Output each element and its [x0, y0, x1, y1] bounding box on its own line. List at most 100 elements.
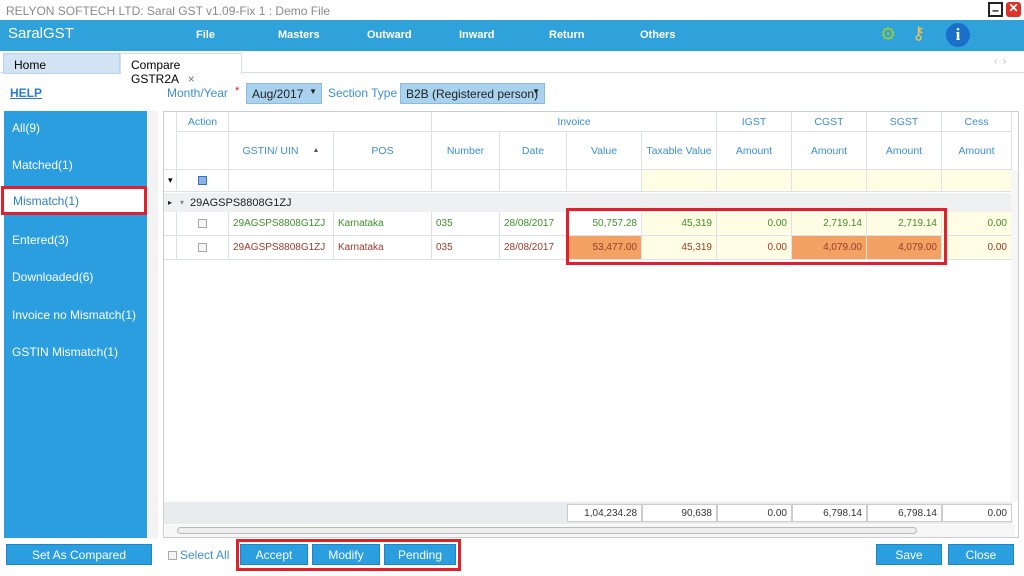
header-action: Action: [177, 112, 229, 132]
horizontal-scrollbar[interactable]: [165, 525, 1015, 537]
cell-igst-amount[interactable]: 0.00: [717, 212, 792, 236]
filter-cell-cgst-amount[interactable]: [792, 170, 867, 192]
column-label: Amount: [958, 144, 995, 157]
month-year-select[interactable]: Aug/2017 ▼: [246, 83, 322, 104]
sidebar-item-mismatch[interactable]: Mismatch(1): [1, 186, 147, 215]
menu-inward[interactable]: Inward: [459, 29, 494, 41]
column-header-value[interactable]: Value: [567, 132, 642, 170]
filter-cell-number[interactable]: [432, 170, 500, 192]
sidebar-item-gstin-mismatch[interactable]: GSTIN Mismatch(1): [4, 345, 147, 359]
cell-value[interactable]: 53,477.00: [567, 236, 642, 260]
filter-checkbox-icon[interactable]: [198, 176, 207, 185]
column-header-igst-amount[interactable]: Amount: [717, 132, 792, 170]
checkbox-icon[interactable]: [168, 550, 177, 560]
header-cgst: CGST: [792, 112, 867, 132]
tab-compare-gstr2a[interactable]: Compare GSTR2A ×: [120, 53, 242, 86]
save-button[interactable]: Save: [876, 544, 942, 565]
help-link[interactable]: HELP: [10, 86, 42, 100]
column-header-number[interactable]: Number: [432, 132, 500, 170]
column-header-date[interactable]: Date: [500, 132, 567, 170]
column-header-cess-amount[interactable]: Amount: [942, 132, 1012, 170]
filter-row-icon[interactable]: ▾: [164, 170, 177, 192]
cell-pos[interactable]: Karnataka: [334, 236, 432, 260]
expand-icon[interactable]: ▸: [168, 198, 172, 207]
cell-date[interactable]: 28/08/2017: [500, 212, 567, 236]
settings-gear-icon[interactable]: ⚙: [880, 24, 896, 45]
filter-cell-sgst-amount[interactable]: [867, 170, 942, 192]
header-blank: [229, 112, 432, 132]
filter-cell-taxable-value[interactable]: [642, 170, 717, 192]
filter-cell-pos[interactable]: [334, 170, 432, 192]
menu-masters[interactable]: Masters: [278, 29, 320, 41]
column-header-gstin[interactable]: GSTIN/ UIN ▲: [229, 132, 334, 170]
info-icon[interactable]: i: [946, 23, 970, 47]
menu-return[interactable]: Return: [549, 29, 584, 41]
accept-button[interactable]: Accept: [240, 544, 308, 565]
sidebar-item-all[interactable]: All(9): [4, 121, 147, 135]
filter-cell-gstin[interactable]: [229, 170, 334, 192]
tab-home[interactable]: Home: [3, 53, 120, 74]
cell-cgst-amount[interactable]: 2,719.14: [792, 212, 867, 236]
month-year-value: Aug/2017: [252, 87, 304, 101]
filter-checkbox-cell[interactable]: [177, 170, 229, 192]
vertical-scrollbar[interactable]: [1011, 170, 1018, 502]
filter-cell-cess-amount[interactable]: [942, 170, 1012, 192]
filter-sidebar: All(9) Matched(1) Entered(3) Downloaded(…: [4, 111, 147, 538]
column-header-sgst-amount[interactable]: Amount: [867, 132, 942, 170]
cell-gstin[interactable]: 29AGSPS8808G1ZJ: [229, 236, 334, 260]
row-checkbox[interactable]: [198, 219, 207, 228]
header-action-blank: [177, 132, 229, 170]
cell-number[interactable]: 035: [432, 212, 500, 236]
sidebar-scrollbar[interactable]: [148, 111, 158, 538]
saral-gst-logo: SaralGST: [8, 25, 74, 42]
column-header-cgst-amount[interactable]: Amount: [792, 132, 867, 170]
row-checkbox[interactable]: [198, 243, 207, 252]
minimize-button[interactable]: –: [988, 2, 1003, 17]
select-all-checkbox[interactable]: Select All: [168, 548, 229, 562]
collapse-icon[interactable]: ▾: [180, 198, 184, 207]
cell-taxable-value[interactable]: 45,319: [642, 212, 717, 236]
cell-taxable-value[interactable]: 45,319: [642, 236, 717, 260]
sidebar-item-invoice-no-mismatch[interactable]: Invoice no Mismatch(1): [4, 308, 147, 322]
modify-button[interactable]: Modify: [312, 544, 380, 565]
close-window-button[interactable]: ✕: [1006, 2, 1021, 17]
cell-cess-amount[interactable]: 0.00: [942, 236, 1012, 260]
row-checkbox-cell[interactable]: [177, 236, 229, 260]
filter-cell-date[interactable]: [500, 170, 567, 192]
sidebar-item-entered[interactable]: Entered(3): [4, 233, 147, 247]
cell-pos[interactable]: Karnataka: [334, 212, 432, 236]
menu-others[interactable]: Others: [640, 29, 675, 41]
cell-value[interactable]: 50,757.28: [567, 212, 642, 236]
cell-number[interactable]: 035: [432, 236, 500, 260]
cell-cgst-amount[interactable]: 4,079.00: [792, 236, 867, 260]
sort-ascending-icon[interactable]: ▲: [313, 147, 320, 154]
key-icon[interactable]: ⚷: [912, 23, 925, 44]
column-label: Amount: [735, 144, 773, 157]
cell-sgst-amount[interactable]: 2,719.14: [867, 212, 942, 236]
cell-gstin[interactable]: 29AGSPS8808G1ZJ: [229, 212, 334, 236]
column-label: Taxable Value: [646, 144, 712, 157]
tab-scroll-arrows[interactable]: ‹ ›: [994, 56, 1006, 67]
column-label: POS: [371, 144, 394, 157]
close-tab-icon[interactable]: ×: [188, 72, 195, 86]
cell-igst-amount[interactable]: 0.00: [717, 236, 792, 260]
pending-button[interactable]: Pending: [384, 544, 456, 565]
column-header-taxable-value[interactable]: Taxable Value: [642, 132, 717, 170]
row-checkbox-cell[interactable]: [177, 212, 229, 236]
menu-outward[interactable]: Outward: [367, 29, 412, 41]
close-button[interactable]: Close: [948, 544, 1014, 565]
sidebar-item-downloaded[interactable]: Downloaded(6): [4, 270, 147, 284]
group-row[interactable]: ▸ ▾ 29AGSPS8808G1ZJ: [164, 193, 1012, 212]
column-label: GSTIN/ UIN: [242, 144, 299, 157]
scroll-thumb[interactable]: [177, 527, 917, 534]
set-as-compared-button[interactable]: Set As Compared: [6, 544, 152, 565]
cell-date[interactable]: 28/08/2017: [500, 236, 567, 260]
sidebar-item-matched[interactable]: Matched(1): [4, 158, 147, 172]
filter-cell-igst-amount[interactable]: [717, 170, 792, 192]
menu-file[interactable]: File: [196, 29, 215, 41]
cell-cess-amount[interactable]: 0.00: [942, 212, 1012, 236]
cell-sgst-amount[interactable]: 4,079.00: [867, 236, 942, 260]
section-type-select[interactable]: B2B (Registered person) ▼: [400, 83, 545, 104]
column-header-pos[interactable]: POS: [334, 132, 432, 170]
filter-cell-value[interactable]: [567, 170, 642, 192]
